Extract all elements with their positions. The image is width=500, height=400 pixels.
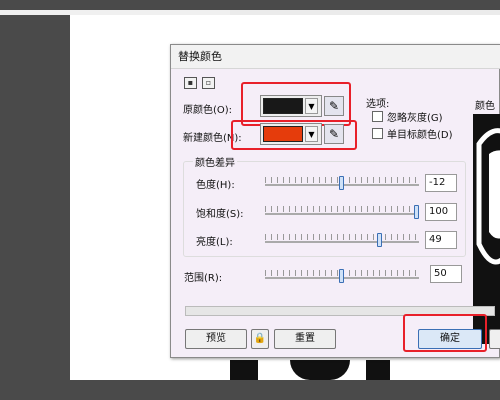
artwork-shape — [290, 360, 350, 380]
ignore-gray-checkbox[interactable] — [372, 111, 383, 122]
single-target-label[interactable]: 单目标颜色(D) — [387, 126, 453, 141]
color-difference-label: 颜色差异 — [193, 154, 237, 169]
saturation-value-field[interactable]: 100 — [425, 203, 457, 221]
ignore-gray-label[interactable]: 忽略灰度(G) — [387, 109, 443, 124]
expand-toggle-icon[interactable]: ▪ — [184, 77, 197, 89]
artwork-fragment — [70, 360, 500, 380]
range-slider-thumb[interactable] — [339, 269, 344, 283]
range-label: 范围(R): — [184, 273, 223, 284]
preview-panel-label: 颜色 — [475, 101, 495, 112]
range-value-field[interactable]: 50 — [430, 265, 462, 283]
brightness-label: 亮度(L): — [196, 237, 233, 248]
preview-button[interactable]: 预览 — [185, 329, 247, 349]
options-label: 选项: — [366, 99, 390, 110]
highlight-box — [231, 120, 357, 150]
brightness-value-field[interactable]: 49 — [425, 231, 457, 249]
top-bar-fragment — [0, 10, 230, 15]
brightness-slider-thumb[interactable] — [376, 233, 382, 247]
lock-icon[interactable]: 🔒 — [251, 329, 269, 349]
hue-slider-thumb[interactable] — [339, 176, 344, 190]
brightness-slider[interactable] — [265, 241, 419, 243]
saturation-label: 饱和度(S): — [196, 209, 244, 220]
original-color-label: 原颜色(O): — [183, 105, 233, 116]
artwork-shape — [230, 360, 258, 380]
saturation-ticks — [265, 206, 419, 212]
brightness-ticks — [265, 234, 419, 240]
top-bar-fragment — [230, 10, 500, 15]
hue-label: 色度(H): — [196, 180, 235, 191]
single-target-checkbox[interactable] — [372, 128, 383, 139]
cancel-button-partial[interactable] — [489, 329, 500, 349]
artwork-shape — [366, 360, 390, 380]
saturation-slider-thumb[interactable] — [414, 205, 419, 219]
reset-button[interactable]: 重置 — [274, 329, 336, 349]
highlight-box — [403, 314, 487, 352]
replace-color-dialog: 替换颜色 ▪ ▫ 原颜色(O): ▼ ✎ 新建颜色(N): ▼ ✎ 选项: 忽略… — [170, 44, 500, 358]
hue-value-field[interactable]: -12 — [425, 174, 457, 192]
saturation-slider[interactable] — [265, 213, 419, 215]
collapse-toggle-icon[interactable]: ▫ — [202, 77, 215, 89]
dialog-title[interactable]: 替换颜色 — [171, 45, 500, 69]
